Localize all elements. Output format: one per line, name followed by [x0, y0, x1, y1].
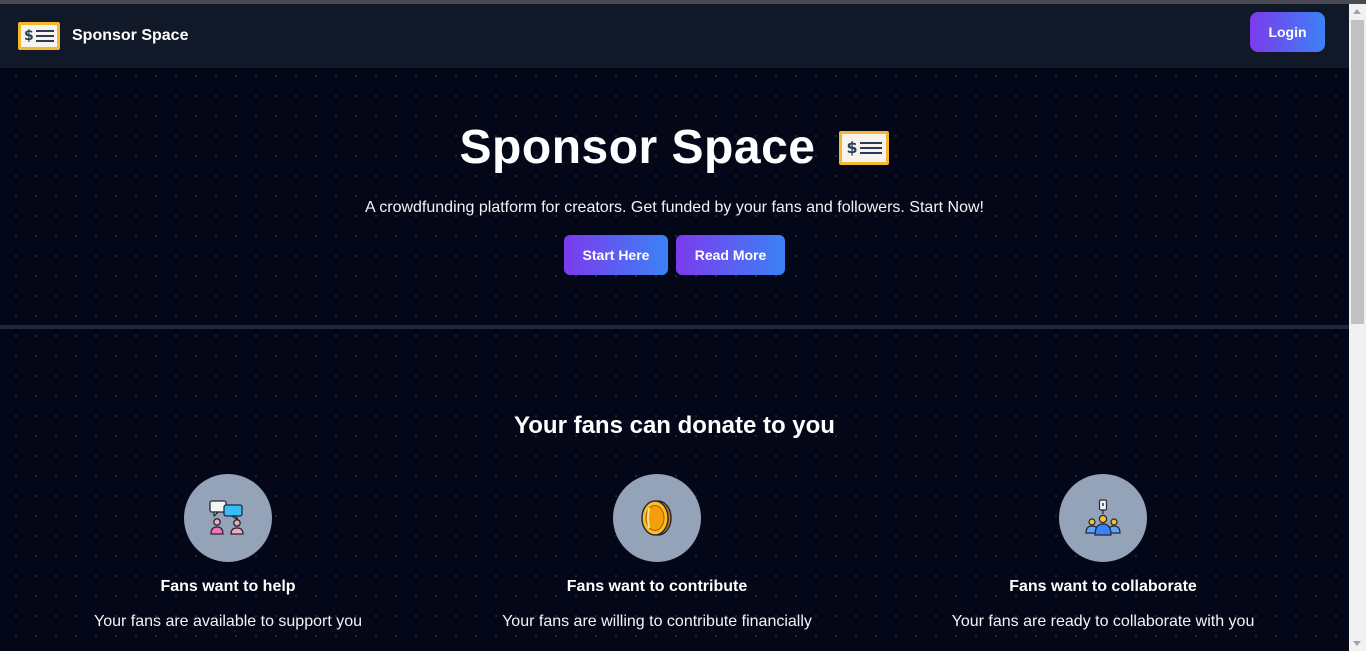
chat-people-icon	[184, 474, 272, 562]
read-more-button[interactable]: Read More	[676, 235, 785, 275]
feature-description: Your fans are willing to contribute fina…	[502, 613, 812, 630]
group-collaborate-icon	[1059, 474, 1147, 562]
brand-name: Sponsor Space	[72, 27, 189, 44]
feature-description: Your fans are ready to collaborate with …	[951, 613, 1255, 630]
hero-section: Sponsor Space $ A crowdfunding platform …	[0, 68, 1349, 326]
scrollbar-thumb[interactable]	[1351, 20, 1364, 324]
feature-collaborate: Fans want to collaborate Your fans are r…	[893, 474, 1313, 631]
hero-subtitle: A crowdfunding platform for creators. Ge…	[365, 199, 984, 216]
window-top-border	[0, 0, 1366, 4]
section-divider	[0, 325, 1349, 329]
feature-title: Fans want to collaborate	[1009, 578, 1197, 595]
coin-icon	[613, 474, 701, 562]
scroll-up-arrow-icon[interactable]	[1353, 9, 1361, 14]
hero-buttons: Start Here Read More	[564, 235, 785, 275]
feature-title: Fans want to contribute	[566, 578, 748, 595]
feature-title: Fans want to help	[160, 578, 296, 595]
hero-title-row: Sponsor Space $	[460, 120, 890, 175]
scroll-down-arrow-icon[interactable]	[1353, 641, 1361, 646]
check-money-icon: $	[839, 130, 890, 165]
feature-description: Your fans are available to support you	[93, 613, 363, 630]
brand[interactable]: $ Sponsor Space	[18, 22, 188, 50]
feature-help: Fans want to help Your fans are availabl…	[18, 474, 438, 631]
login-button[interactable]: Login	[1250, 12, 1325, 52]
hero-title: Sponsor Space	[459, 121, 816, 174]
feature-contribute: Fans want to contribute Your fans are wi…	[447, 474, 867, 631]
check-money-icon: $	[18, 22, 60, 50]
section-title: Your fans can donate to you	[514, 412, 835, 439]
page: $ Sponsor Space Login Sponsor Space $ A …	[0, 0, 1349, 651]
start-here-button[interactable]: Start Here	[564, 235, 668, 275]
navbar: $ Sponsor Space Login	[0, 4, 1349, 68]
vertical-scrollbar[interactable]	[1349, 4, 1366, 651]
